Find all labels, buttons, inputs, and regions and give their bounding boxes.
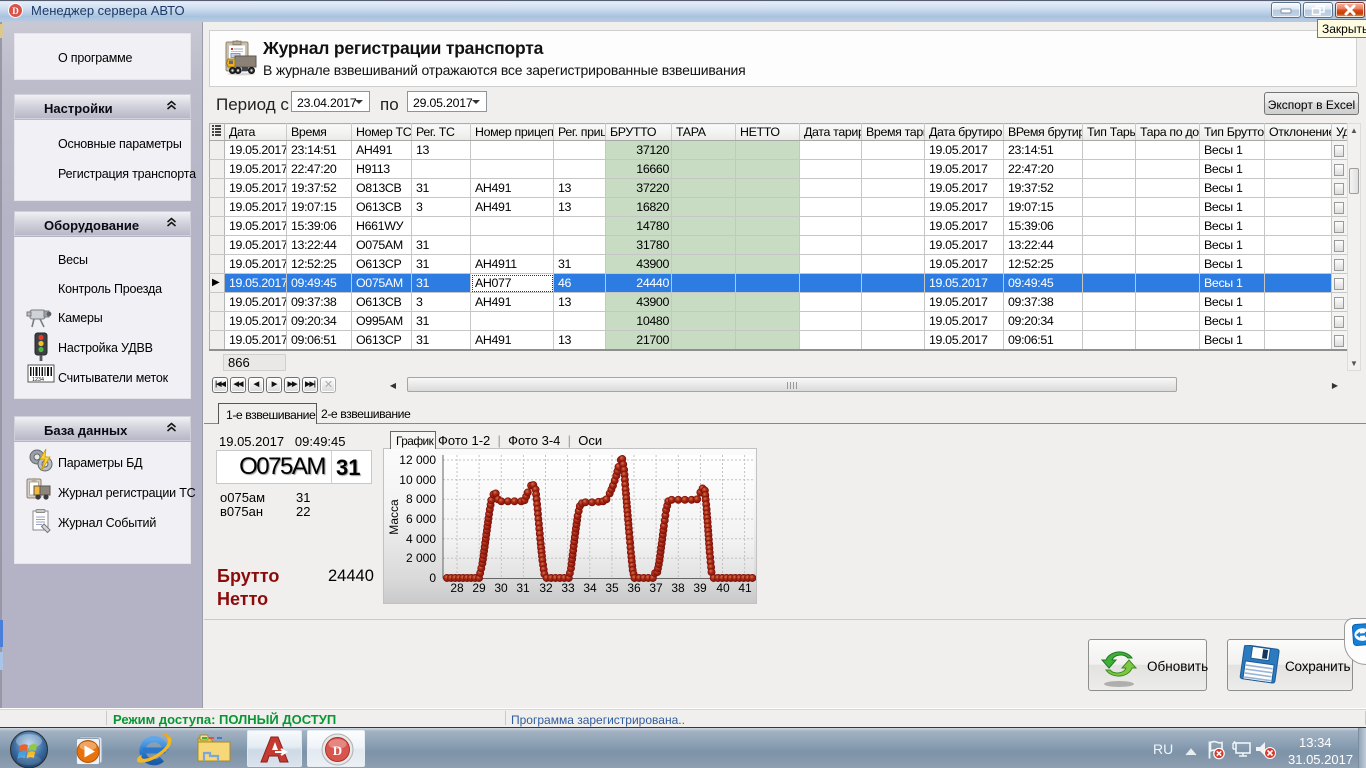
svg-text:10 000: 10 000 — [399, 473, 436, 487]
svg-text:4 000: 4 000 — [406, 532, 436, 546]
svg-text:41: 41 — [738, 581, 752, 595]
svg-text:31: 31 — [516, 581, 530, 595]
svg-text:33: 33 — [561, 581, 575, 595]
svg-text:8 000: 8 000 — [406, 492, 436, 506]
svg-text:38: 38 — [671, 581, 685, 595]
svg-text:30: 30 — [494, 581, 508, 595]
svg-text:0: 0 — [429, 571, 436, 585]
svg-text:29: 29 — [472, 581, 486, 595]
svg-text:2 000: 2 000 — [406, 551, 436, 565]
svg-text:12 000: 12 000 — [399, 453, 436, 467]
svg-text:39: 39 — [693, 581, 707, 595]
svg-text:D: D — [12, 6, 19, 16]
svg-text:6 000: 6 000 — [406, 512, 436, 526]
svg-text:40: 40 — [716, 581, 730, 595]
svg-text:32: 32 — [539, 581, 553, 595]
svg-text:28: 28 — [450, 581, 464, 595]
svg-text:D: D — [333, 743, 342, 758]
svg-text:1234: 1234 — [32, 377, 44, 383]
svg-text:Масса: Масса — [387, 499, 401, 535]
svg-text:37: 37 — [649, 581, 663, 595]
svg-text:36: 36 — [627, 581, 641, 595]
svg-text:35: 35 — [605, 581, 619, 595]
svg-text:34: 34 — [583, 581, 597, 595]
